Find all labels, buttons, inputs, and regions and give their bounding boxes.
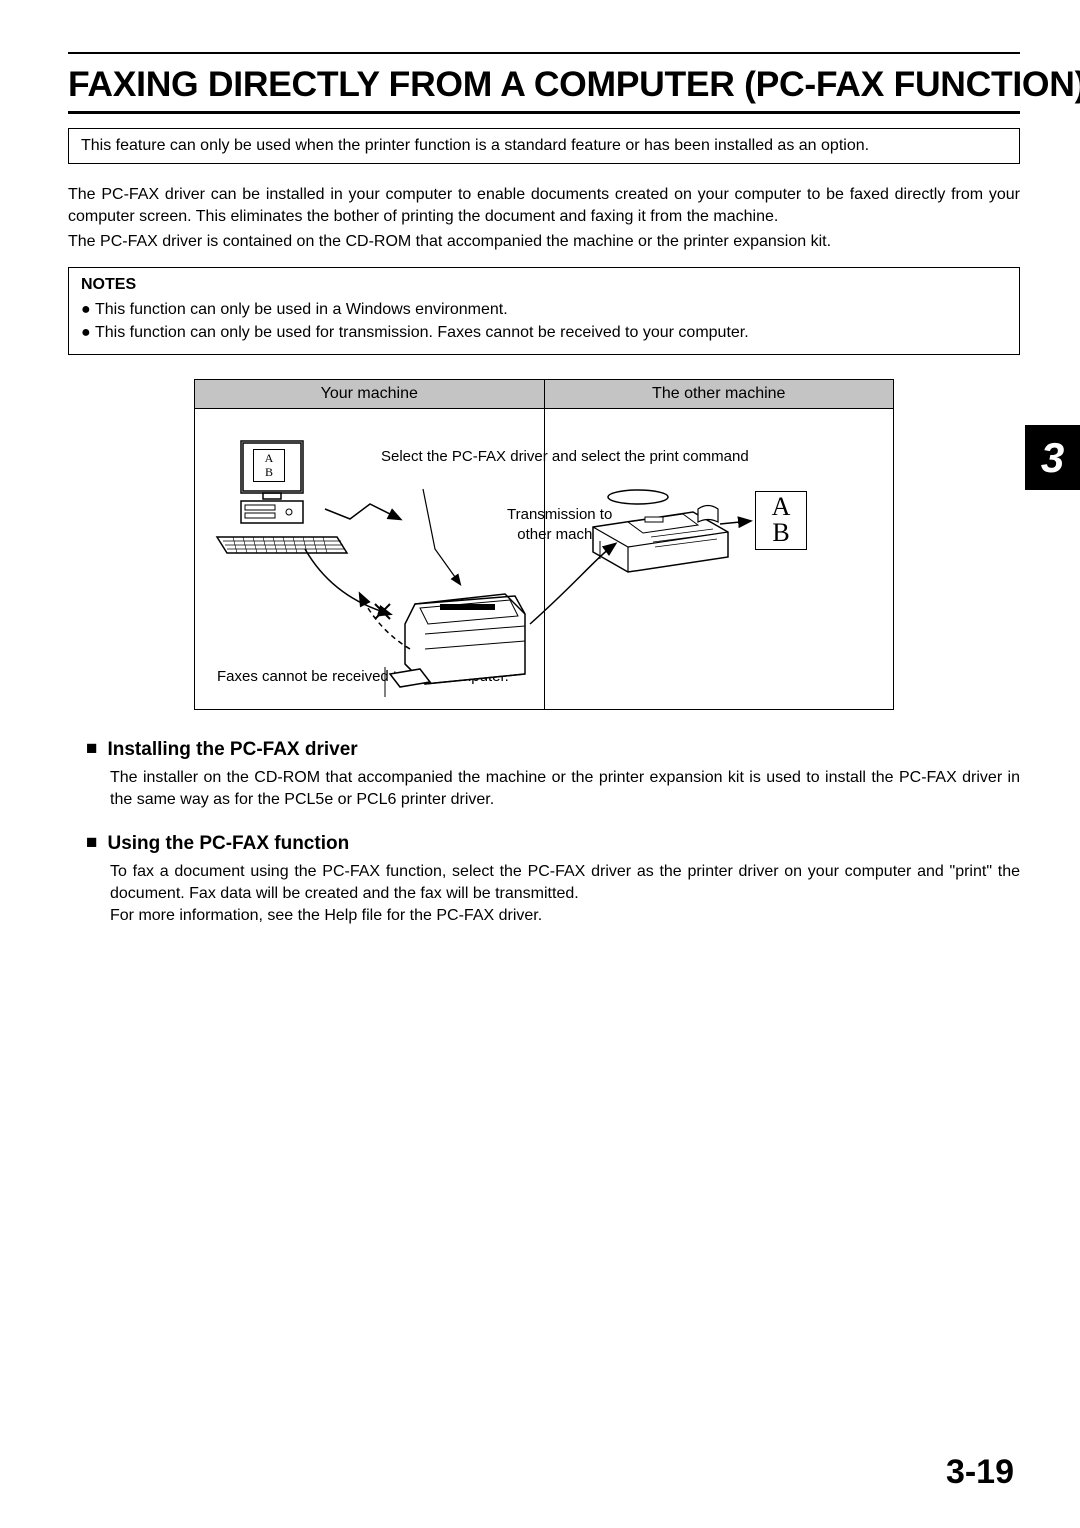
out-letter-a: A (756, 494, 806, 520)
output-document: A B (755, 491, 807, 550)
diagram: Your machine The other machine (194, 379, 894, 710)
square-bullet-icon: ■ (86, 832, 97, 854)
feature-note-text: This feature can only be used when the p… (81, 137, 869, 154)
note-text: This function can only be used for trans… (95, 324, 749, 341)
manual-page: FAXING DIRECTLY FROM A COMPUTER (PC-FAX … (0, 0, 1080, 1528)
screen-letter-b: B (254, 465, 284, 479)
diagram-header: Your machine The other machine (195, 380, 893, 409)
chapter-tab: 3 (1025, 425, 1080, 490)
diagram-header-left: Your machine (195, 380, 545, 409)
section-body: The installer on the CD-ROM that accompa… (68, 767, 1020, 810)
mfp-printer-icon (385, 574, 545, 704)
section-heading: ■ Using the PC-FAX function (68, 832, 1020, 855)
diagram-label-select: Select the PC-FAX driver and select the … (381, 447, 749, 467)
notes-box: NOTES ●This function can only be used in… (68, 267, 1020, 355)
out-letter-b: B (756, 520, 806, 546)
section-heading-text: Installing the PC-FAX driver (107, 739, 357, 760)
chapter-number: 3 (1041, 434, 1064, 482)
computer-screen-doc: A B (253, 449, 285, 482)
note-text: This function can only be used in a Wind… (95, 301, 508, 318)
page-number: 3-19 (946, 1453, 1014, 1492)
note-item: ●This function can only be used in a Win… (81, 298, 1007, 321)
square-bullet-icon: ■ (86, 738, 97, 760)
screen-letter-a: A (254, 451, 284, 465)
section-heading-text: Using the PC-FAX function (107, 833, 349, 854)
fax-machine-icon (583, 487, 733, 587)
title-underline (68, 111, 1020, 114)
note-item: ●This function can only be used for tran… (81, 321, 1007, 344)
computer-icon (215, 437, 355, 557)
section-heading: ■ Installing the PC-FAX driver (68, 738, 1020, 761)
top-rule (68, 52, 1020, 54)
intro-paragraph-2: The PC-FAX driver is contained on the CD… (68, 231, 1020, 253)
feature-note-box: This feature can only be used when the p… (68, 128, 1020, 164)
bullet-icon: ● (81, 298, 95, 321)
section-body: To fax a document using the PC-FAX funct… (68, 861, 1020, 926)
intro-paragraph-1: The PC-FAX driver can be installed in yo… (68, 184, 1020, 227)
diagram-body: A B Select the PC-FAX driver and select … (195, 409, 893, 709)
bullet-icon: ● (81, 321, 95, 344)
notes-heading: NOTES (81, 276, 1007, 294)
page-title: FAXING DIRECTLY FROM A COMPUTER (PC-FAX … (68, 64, 1020, 105)
diagram-header-right: The other machine (545, 380, 894, 409)
